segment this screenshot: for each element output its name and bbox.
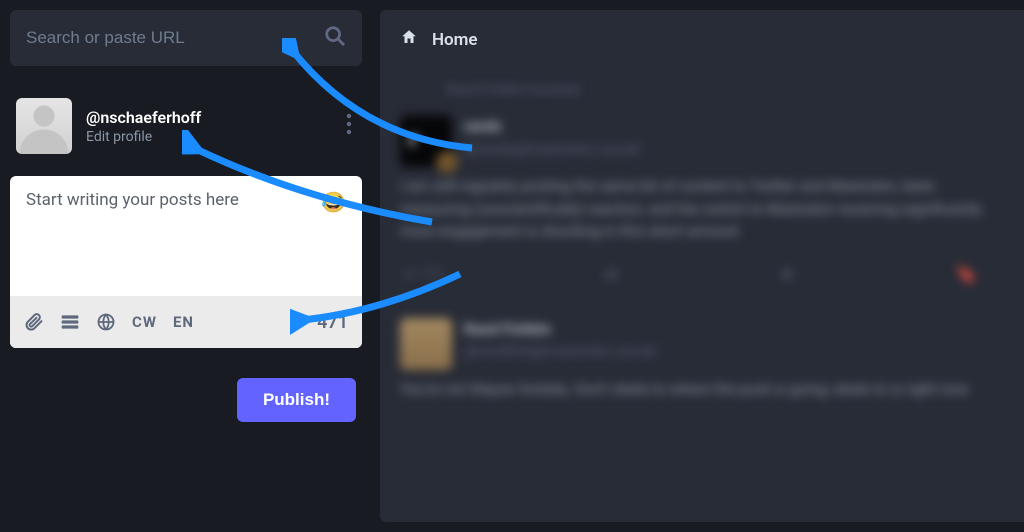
visibility-icon[interactable]: [96, 312, 116, 332]
boost-icon: ⇄: [604, 261, 619, 288]
more-options-icon[interactable]: [342, 113, 356, 139]
composer-textarea[interactable]: Start writing your posts here 😂: [10, 176, 362, 296]
post-author-handle: @rands@mastodon.social: [464, 140, 640, 158]
attach-icon[interactable]: [24, 312, 44, 332]
emoji-picker-icon[interactable]: 😂: [321, 190, 346, 214]
timeline-title: Home: [432, 30, 478, 50]
post-avatar: r: [400, 115, 452, 167]
profile-handle[interactable]: @nschaeferhoff: [86, 108, 342, 127]
timeline-post: r rands @rands@mastodon.social: [400, 115, 1004, 167]
search-input[interactable]: [26, 28, 324, 48]
compose-sidebar: @nschaeferhoff Edit profile Start writin…: [0, 0, 372, 532]
post-actions: ↩︎ 1+ ⇄ ★ 🔖: [404, 261, 1004, 288]
star-icon: ★: [779, 261, 795, 288]
composer-toolbar: CW EN 471: [10, 296, 362, 348]
profile-text: @nschaeferhoff Edit profile: [86, 108, 342, 145]
post-author-name: Rand Fishkin: [464, 320, 551, 338]
composer-placeholder: Start writing your posts here: [26, 190, 321, 210]
search-icon[interactable]: [324, 25, 346, 51]
post-avatar: [400, 318, 452, 370]
profile-row: @nschaeferhoff Edit profile: [10, 84, 362, 158]
edit-profile-link[interactable]: Edit profile: [86, 129, 342, 145]
timeline-feed-blurred: Rand Fishkin boosted r rands @rands@mast…: [380, 66, 1024, 522]
post-author-handle: @randfish@mastodon.social: [464, 342, 656, 360]
bookmark-icon: 🔖: [955, 261, 977, 288]
search-box[interactable]: [10, 10, 362, 66]
post-author-name: rands: [464, 117, 502, 135]
post-body: You're not Wayne Gretzky. Don't skate to…: [400, 378, 1004, 401]
language-button[interactable]: EN: [173, 313, 194, 331]
publish-button[interactable]: Publish!: [237, 378, 356, 422]
post-body: I am still regularly posting the same bi…: [400, 175, 1004, 243]
character-count: 471: [317, 312, 348, 333]
home-icon: [400, 28, 418, 51]
reply-icon: ↩︎ 1+: [404, 261, 444, 288]
content-warning-button[interactable]: CW: [132, 313, 157, 331]
avatar[interactable]: [16, 98, 72, 154]
poll-icon[interactable]: [60, 312, 80, 332]
boost-label: Rand Fishkin boosted: [446, 80, 1004, 101]
timeline-header[interactable]: Home: [380, 22, 1024, 67]
timeline-column: Home Rand Fishkin boosted r rands @rands…: [380, 10, 1024, 522]
composer: Start writing your posts here 😂 CW EN 47…: [10, 176, 362, 348]
publish-row: Publish!: [10, 366, 362, 422]
timeline-post: Rand Fishkin @randfish@mastodon.social: [400, 318, 1004, 370]
